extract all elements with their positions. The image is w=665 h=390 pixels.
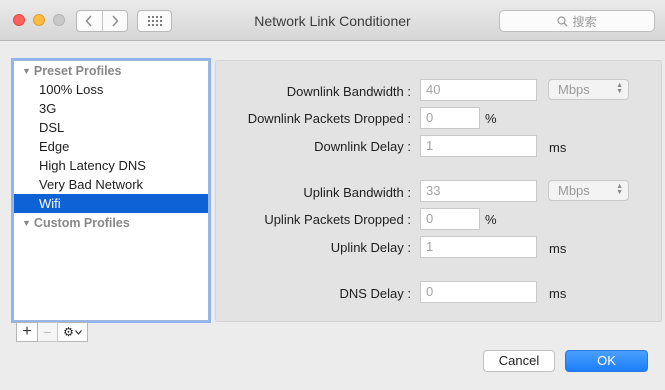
uplink-bandwidth-unit: Mbps bbox=[558, 183, 590, 198]
updown-arrows-icon: ▲ ▼ bbox=[616, 183, 623, 196]
updown-arrows-icon: ▲ ▼ bbox=[616, 82, 623, 95]
search-input[interactable]: 搜索 bbox=[499, 10, 655, 32]
uplink-delay-field[interactable]: 1 bbox=[420, 236, 537, 258]
add-profile-button[interactable]: + bbox=[16, 322, 38, 342]
profiles-list[interactable]: ▼ Preset Profiles 100% Loss 3G DSL Edge … bbox=[13, 60, 209, 321]
chevron-down-icon bbox=[74, 329, 82, 335]
search-icon bbox=[557, 15, 568, 26]
action-menu-button[interactable]: ⚙ bbox=[58, 322, 88, 342]
gear-icon: ⚙ bbox=[63, 325, 74, 339]
disclosure-triangle-icon: ▼ bbox=[22, 65, 31, 76]
dns-delay-field[interactable]: 0 bbox=[420, 281, 537, 303]
preset-profiles-label: Preset Profiles bbox=[33, 63, 122, 78]
profile-item-dsl[interactable]: DSL bbox=[14, 118, 208, 137]
uplink-bandwidth-unit-select[interactable]: Mbps ▲ ▼ bbox=[548, 180, 629, 201]
downlink-delay-unit: ms bbox=[549, 140, 567, 155]
uplink-packets-dropped-unit: % bbox=[485, 212, 497, 227]
downlink-packets-dropped-field[interactable]: 0 bbox=[420, 107, 480, 129]
ok-button[interactable]: OK bbox=[565, 350, 648, 372]
uplink-delay-label: Uplink Delay : bbox=[330, 240, 411, 255]
downlink-delay-field[interactable]: 1 bbox=[420, 135, 537, 157]
disclosure-triangle-icon: ▼ bbox=[22, 217, 31, 228]
custom-profiles-label: Custom Profiles bbox=[33, 215, 130, 230]
cancel-button[interactable]: Cancel bbox=[483, 350, 555, 372]
profile-item-high-latency-dns[interactable]: High Latency DNS bbox=[14, 156, 208, 175]
downlink-packets-dropped-label: Downlink Packets Dropped : bbox=[247, 111, 411, 126]
downlink-bandwidth-field[interactable]: 40 bbox=[420, 79, 537, 101]
dns-delay-label: DNS Delay : bbox=[339, 286, 411, 301]
downlink-bandwidth-label: Downlink Bandwidth : bbox=[286, 84, 411, 99]
downlink-delay-label: Downlink Delay : bbox=[314, 139, 411, 154]
downlink-bandwidth-unit: Mbps bbox=[558, 82, 590, 97]
profile-item-wifi[interactable]: Wifi bbox=[14, 194, 208, 213]
downlink-packets-dropped-unit: % bbox=[485, 111, 497, 126]
search-placeholder: 搜索 bbox=[572, 14, 597, 29]
uplink-packets-dropped-label: Uplink Packets Dropped : bbox=[264, 212, 411, 227]
custom-profiles-header[interactable]: ▼ Custom Profiles bbox=[14, 213, 208, 232]
profile-item-3g[interactable]: 3G bbox=[14, 99, 208, 118]
remove-profile-button[interactable]: − bbox=[38, 322, 58, 342]
profile-item-100-loss[interactable]: 100% Loss bbox=[14, 80, 208, 99]
uplink-delay-unit: ms bbox=[549, 241, 567, 256]
profile-item-very-bad-network[interactable]: Very Bad Network bbox=[14, 175, 208, 194]
preset-profiles-header[interactable]: ▼ Preset Profiles bbox=[14, 61, 208, 80]
uplink-bandwidth-label: Uplink Bandwidth : bbox=[303, 185, 411, 200]
title-bar: Network Link Conditioner 搜索 bbox=[0, 0, 665, 41]
uplink-packets-dropped-field[interactable]: 0 bbox=[420, 208, 480, 230]
dns-delay-unit: ms bbox=[549, 286, 567, 301]
profile-item-edge[interactable]: Edge bbox=[14, 137, 208, 156]
downlink-bandwidth-unit-select[interactable]: Mbps ▲ ▼ bbox=[548, 79, 629, 100]
uplink-bandwidth-field[interactable]: 33 bbox=[420, 180, 537, 202]
